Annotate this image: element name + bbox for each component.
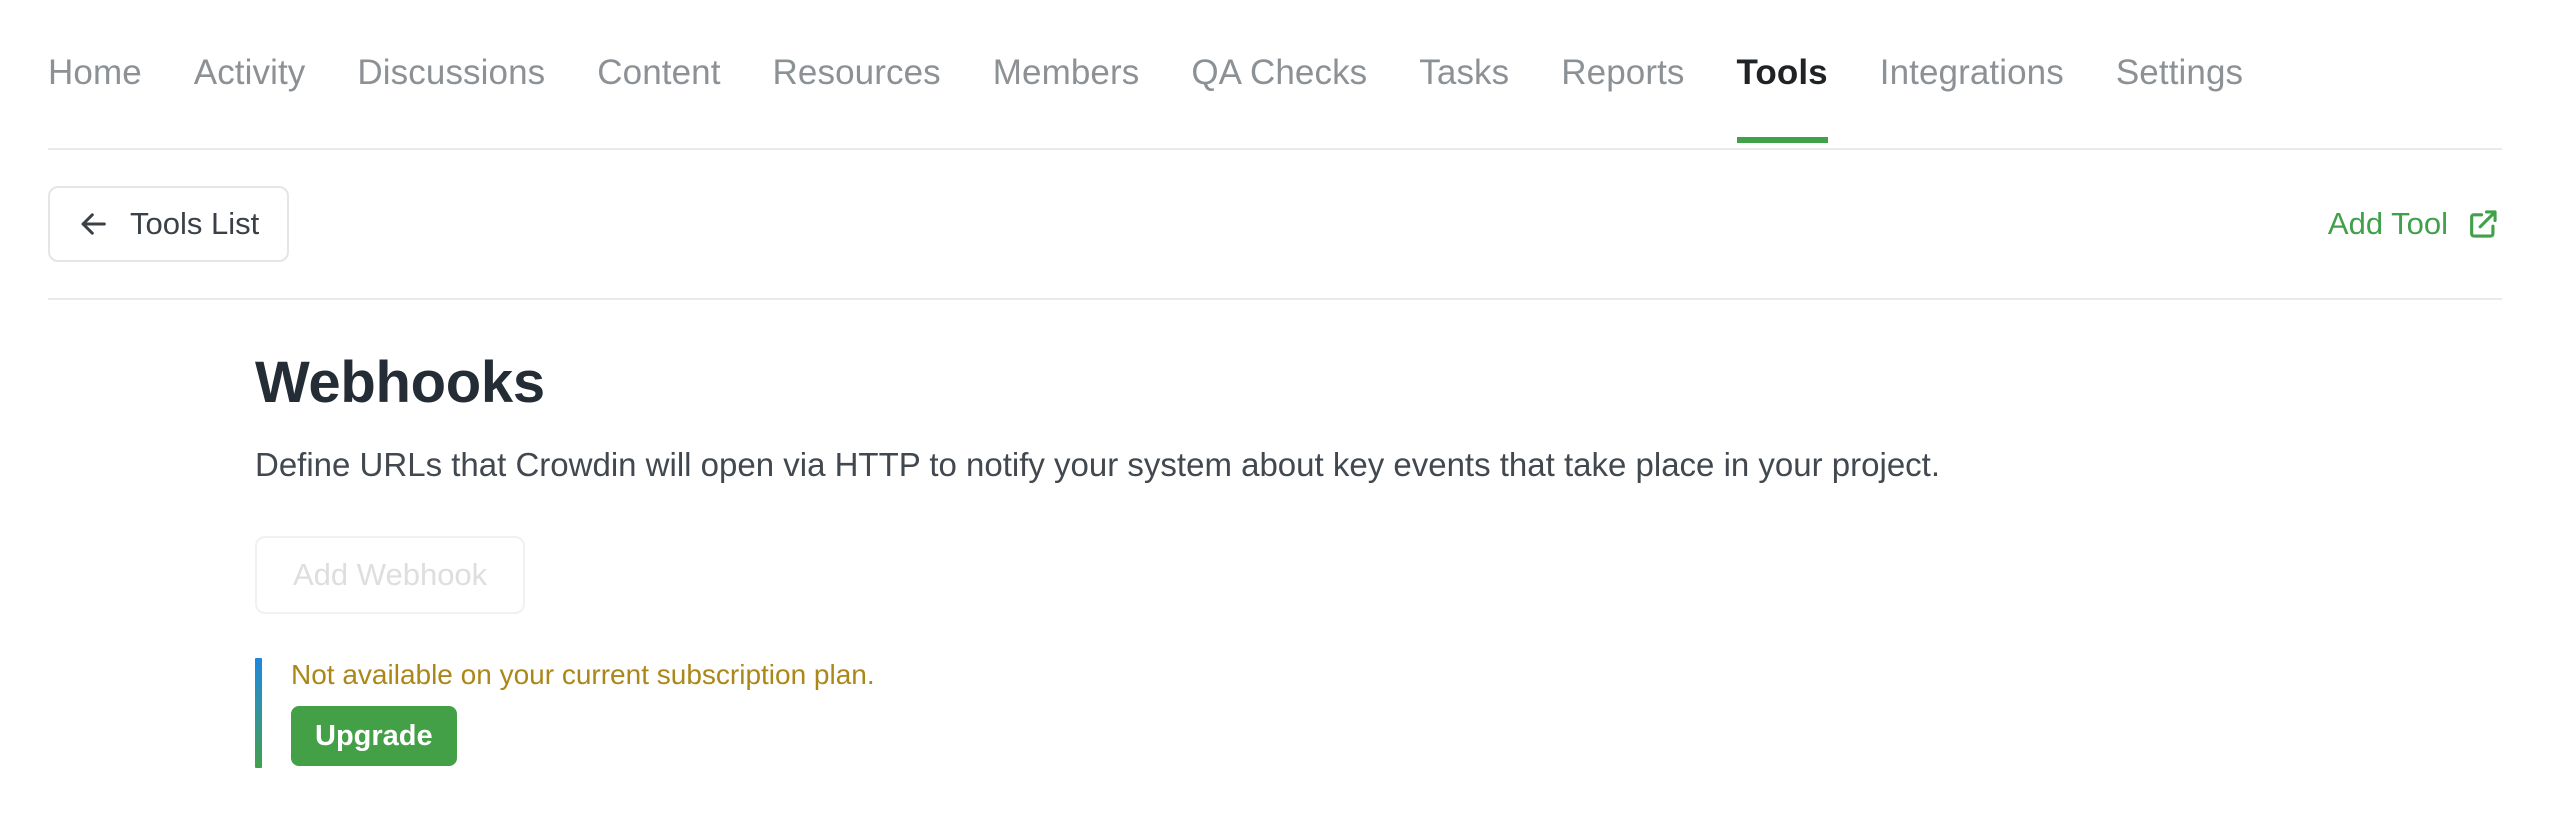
nav-tab-resources[interactable]: Resources [773, 52, 941, 141]
add-webhook-button[interactable]: Add Webhook [255, 536, 526, 614]
notice-accent-bar [255, 658, 262, 768]
notice-message: Not available on your current subscripti… [291, 659, 875, 690]
nav-tab-members[interactable]: Members [993, 52, 1140, 141]
page-title: Webhooks [255, 350, 545, 415]
tools-list-back-button[interactable]: Tools List [48, 186, 290, 262]
upgrade-button[interactable]: Upgrade [291, 706, 457, 766]
nav-tab-settings[interactable]: Settings [2116, 52, 2243, 141]
nav-tab-home[interactable]: Home [48, 52, 142, 141]
nav-tab-discussions[interactable]: Discussions [357, 52, 545, 141]
nav-tab-qa-checks[interactable]: QA Checks [1191, 52, 1367, 141]
add-tool-link[interactable]: Add Tool [2328, 206, 2502, 242]
app-root: Home Activity Discussions Content Resour… [0, 0, 2550, 831]
tool-subbar: Tools List Add Tool [48, 150, 2502, 300]
nav-tab-activity[interactable]: Activity [194, 52, 306, 141]
subscription-notice: Not available on your current subscripti… [255, 658, 2502, 768]
page-description: Define URLs that Crowdin will open via H… [255, 446, 1941, 483]
arrow-left-icon [76, 207, 110, 241]
add-tool-label: Add Tool [2327, 206, 2448, 241]
tools-list-back-label: Tools List [130, 206, 260, 241]
nav-tab-tasks[interactable]: Tasks [1419, 52, 1509, 141]
external-link-icon [2466, 207, 2500, 241]
nav-tab-tools[interactable]: Tools [1736, 52, 1828, 143]
nav-tab-reports[interactable]: Reports [1561, 52, 1684, 141]
nav-tab-content[interactable]: Content [597, 52, 720, 141]
main-content: Webhooks Define URLs that Crowdin will o… [0, 300, 2550, 768]
project-nav: Home Activity Discussions Content Resour… [48, 0, 2502, 150]
nav-tab-integrations[interactable]: Integrations [1880, 52, 2064, 141]
